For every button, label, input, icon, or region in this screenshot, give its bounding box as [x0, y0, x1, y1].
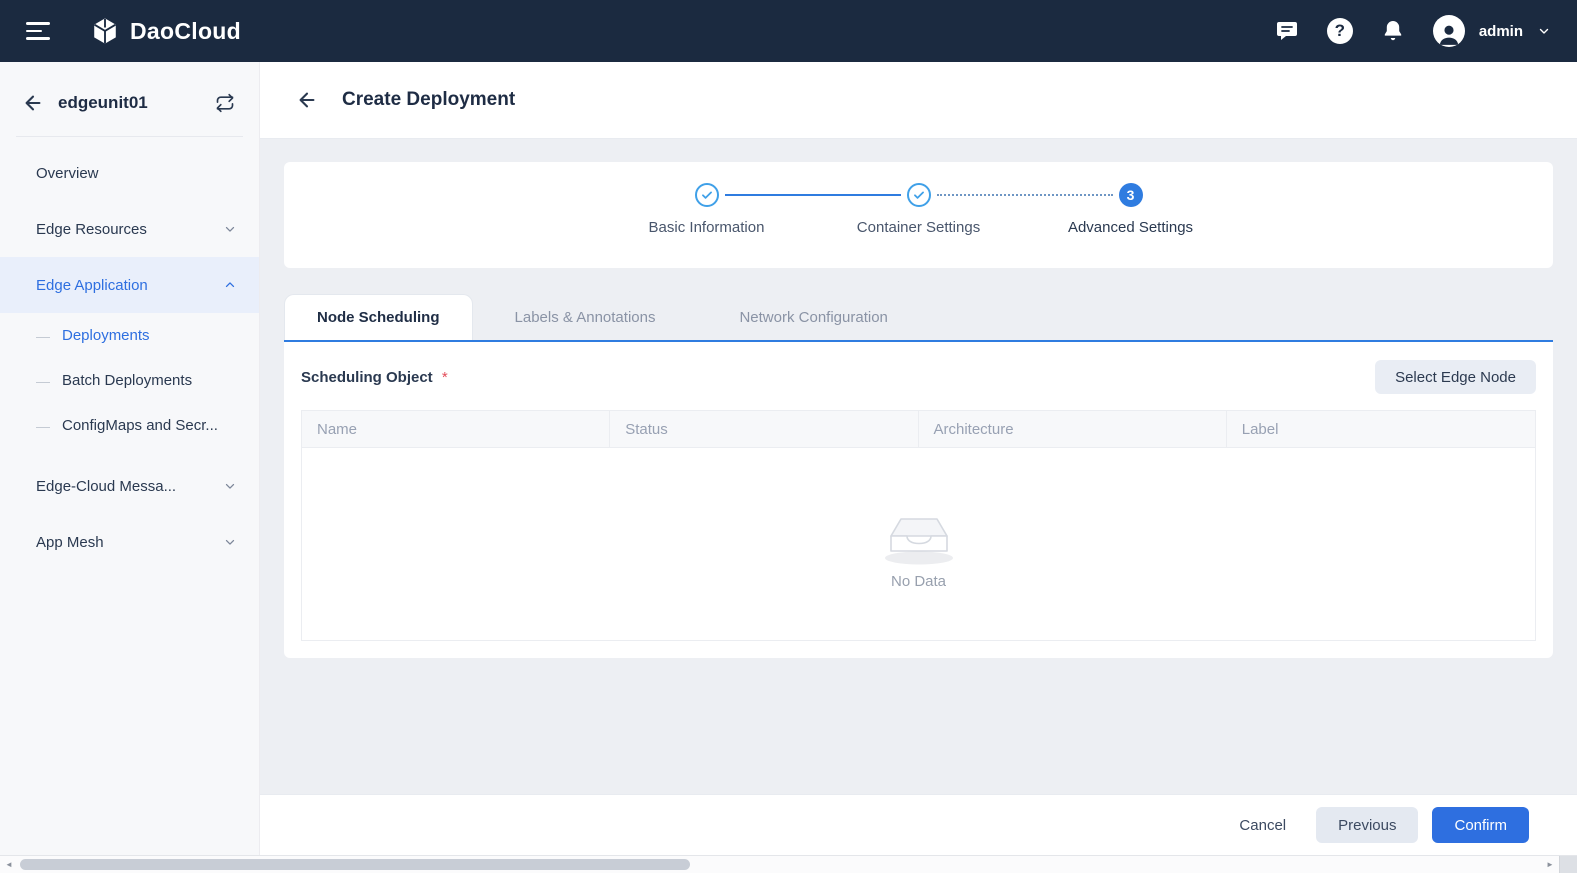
stepper: Basic Information Container Settings 3	[695, 181, 1143, 249]
page-back-icon[interactable]	[296, 89, 318, 111]
no-data-text: No Data	[891, 573, 946, 590]
chevron-down-icon	[223, 479, 237, 493]
sidebar-item-overview[interactable]: Overview	[0, 145, 259, 201]
notifications-bell-icon[interactable]	[1379, 17, 1407, 45]
menu-toggle-icon[interactable]	[26, 22, 52, 40]
chevron-down-icon	[223, 222, 237, 236]
topbar: DaoCloud ? admi	[0, 0, 1577, 62]
tab-node-scheduling[interactable]: Node Scheduling	[284, 294, 473, 340]
sidebar-item-edge-resources[interactable]: Edge Resources	[0, 201, 259, 257]
sidebar-item-edge-cloud-message[interactable]: Edge-Cloud Messa...	[0, 458, 259, 514]
column-header-label: Label	[1227, 411, 1535, 447]
select-edge-node-button[interactable]: Select Edge Node	[1375, 360, 1536, 394]
step-label: Advanced Settings	[1068, 219, 1193, 236]
cancel-button[interactable]: Cancel	[1239, 817, 1286, 834]
sidebar-item-app-mesh[interactable]: App Mesh	[0, 514, 259, 570]
step-label: Basic Information	[649, 219, 765, 236]
wizard-footer: Cancel Previous Confirm	[260, 795, 1577, 855]
previous-button[interactable]: Previous	[1316, 807, 1418, 843]
sidebar-header: edgeunit01	[0, 62, 259, 136]
brand[interactable]: DaoCloud	[90, 16, 241, 46]
topbar-actions: ? admin	[1273, 15, 1551, 47]
table-header-row: Name Status Architecture Label	[302, 411, 1535, 448]
column-header-architecture: Architecture	[919, 411, 1227, 447]
main: Create Deployment Basic Information	[260, 62, 1577, 855]
dash-icon: —	[36, 418, 50, 434]
user-menu-chevron-down-icon[interactable]	[1537, 24, 1551, 38]
sidebar: edgeunit01 Overview Edge Resources	[0, 62, 260, 855]
confirm-button[interactable]: Confirm	[1432, 807, 1529, 843]
chevron-up-icon	[223, 278, 237, 292]
step-number-badge: 3	[1119, 183, 1143, 207]
switch-cluster-icon[interactable]	[215, 93, 235, 113]
sidebar-item-batch-deployments[interactable]: — Batch Deployments	[0, 358, 259, 403]
stepper-card: Basic Information Container Settings 3	[284, 162, 1553, 268]
tab-labels-annotations[interactable]: Labels & Annotations	[473, 294, 698, 340]
help-icon[interactable]: ?	[1327, 18, 1353, 44]
messages-icon[interactable]	[1273, 17, 1301, 45]
user-avatar[interactable]	[1433, 15, 1465, 47]
step-advanced-settings: 3 Advanced Settings	[1119, 183, 1143, 247]
sidebar-item-configmaps-secrets[interactable]: — ConfigMaps and Secr...	[0, 403, 259, 448]
sidebar-nav: Overview Edge Resources Edge Application…	[0, 137, 259, 570]
step-connector-done	[725, 194, 901, 196]
scheduling-object-row: Scheduling Object * Select Edge Node	[301, 360, 1536, 394]
step-basic-information: Basic Information	[695, 183, 719, 247]
scrollbar-corner	[1559, 856, 1577, 873]
scheduling-object-label: Scheduling Object	[301, 369, 433, 386]
page-title: Create Deployment	[342, 89, 515, 111]
dash-icon: —	[36, 328, 50, 344]
chevron-down-icon	[223, 535, 237, 549]
scroll-right-arrow-icon[interactable]: ►	[1541, 856, 1559, 873]
page-header: Create Deployment	[260, 62, 1577, 138]
dash-icon: —	[36, 373, 50, 389]
scroll-left-arrow-icon[interactable]: ◄	[0, 856, 18, 873]
sidebar-back-icon[interactable]	[22, 92, 44, 114]
horizontal-scrollbar[interactable]: ◄ ►	[0, 855, 1577, 873]
step-connector-pending	[937, 194, 1113, 196]
step-done-check-icon	[695, 183, 719, 207]
column-header-status: Status	[610, 411, 918, 447]
sidebar-item-edge-application[interactable]: Edge Application	[0, 257, 259, 313]
username-label: admin	[1479, 23, 1523, 40]
app: DaoCloud ? admi	[0, 0, 1577, 873]
step-container-settings: Container Settings	[907, 183, 931, 247]
cluster-title: edgeunit01	[58, 93, 201, 113]
brand-name: DaoCloud	[130, 18, 241, 45]
sidebar-item-deployments[interactable]: — Deployments	[0, 313, 259, 358]
empty-inbox-icon	[871, 499, 967, 567]
table-empty-state: No Data	[302, 448, 1535, 640]
required-asterisk: *	[442, 369, 448, 386]
tab-network-configuration[interactable]: Network Configuration	[697, 294, 929, 340]
edge-node-table: Name Status Architecture Label	[301, 410, 1536, 641]
column-header-name: Name	[302, 411, 610, 447]
daocloud-logo-icon	[90, 16, 120, 46]
main-content: Basic Information Container Settings 3	[260, 138, 1577, 795]
node-scheduling-panel: Scheduling Object * Select Edge Node Nam…	[284, 342, 1553, 658]
horizontal-scrollbar-thumb[interactable]	[20, 859, 690, 870]
step-done-check-icon	[907, 183, 931, 207]
tabs: Node Scheduling Labels & Annotations Net…	[284, 294, 1553, 342]
step-label: Container Settings	[857, 219, 980, 236]
